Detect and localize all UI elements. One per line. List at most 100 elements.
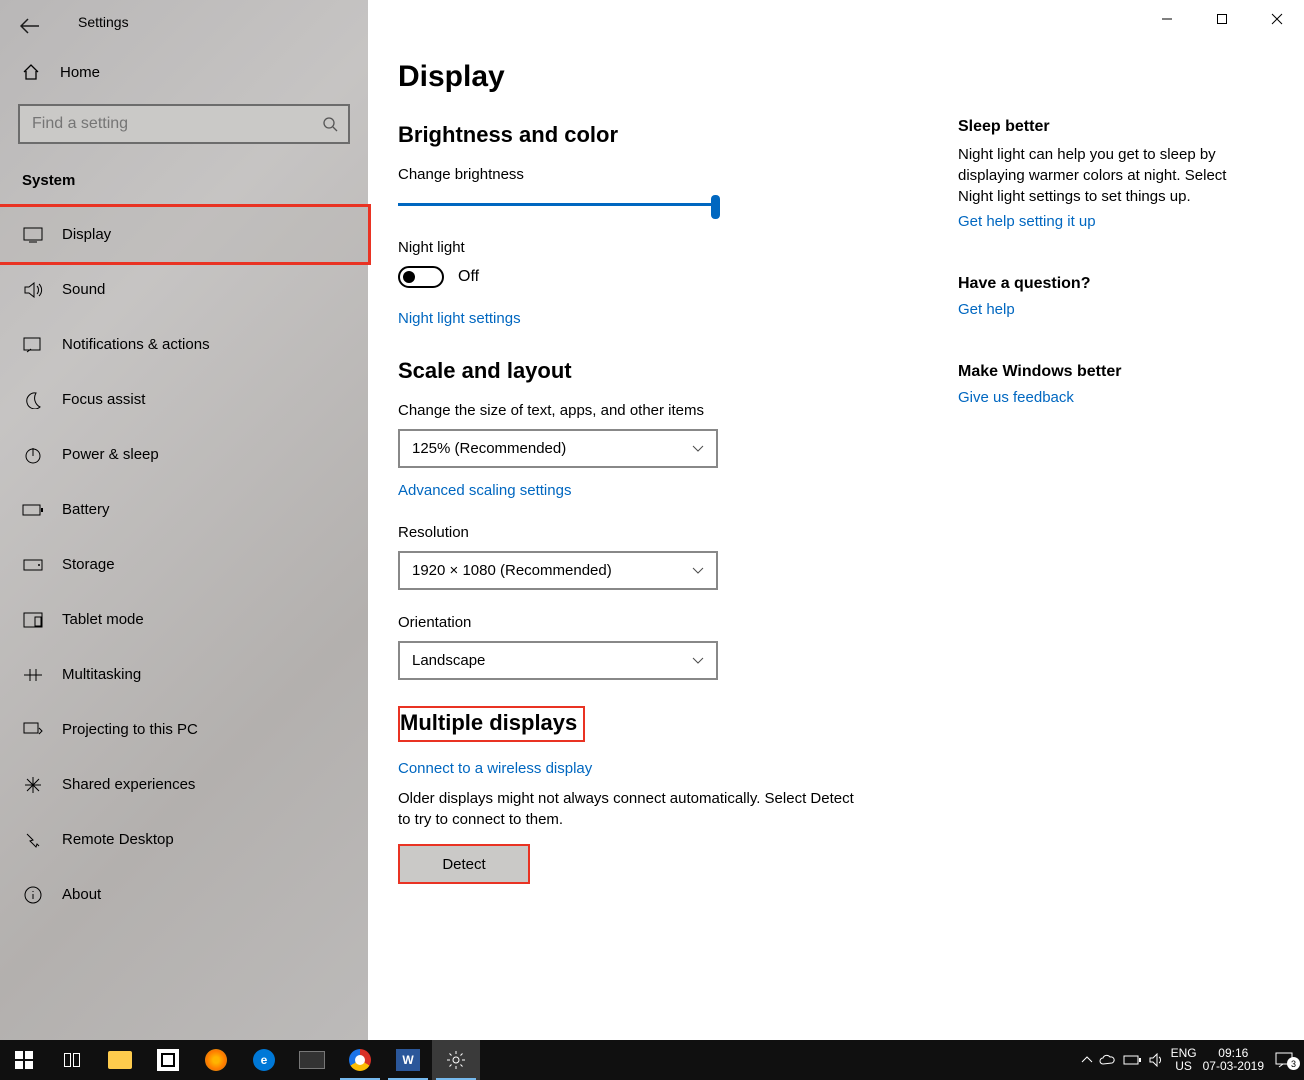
sidebar-item-label: Shared experiences [62,776,195,793]
start-button[interactable] [0,1040,48,1080]
close-button[interactable] [1249,0,1304,38]
sidebar-item-shared-experiences[interactable]: Shared experiences [0,757,368,812]
volume-tray-icon[interactable] [1149,1053,1165,1067]
store-icon[interactable] [144,1040,192,1080]
sleep-better-heading: Sleep better [958,118,1238,136]
get-help-link[interactable]: Get help [958,301,1015,318]
sidebar-item-label: Power & sleep [62,446,159,463]
sidebar-item-multitasking[interactable]: Multitasking [0,647,368,702]
taskbar: W ENGUS 09:1607-03-2019 3 [0,1040,1304,1080]
sidebar-item-label: Tablet mode [62,611,144,628]
storage-icon [22,559,44,571]
tablet-icon [22,612,44,628]
search-icon [322,116,338,132]
sidebar-item-about[interactable]: About [0,867,368,922]
sidebar-item-display[interactable]: Display [0,207,368,262]
power-icon [22,446,44,464]
monitor-icon [22,227,44,243]
question-heading: Have a question? [958,275,1238,293]
home-icon [22,63,42,81]
settings-taskbar-icon[interactable] [432,1040,480,1080]
sleep-help-link[interactable]: Get help setting it up [958,213,1096,230]
sidebar-item-power[interactable]: Power & sleep [0,427,368,482]
sidebar-item-label: Display [62,226,111,243]
sidebar-item-tablet-mode[interactable]: Tablet mode [0,592,368,647]
scale-heading: Scale and layout [398,358,878,384]
resolution-dropdown[interactable]: 1920 × 1080 (Recommended) [398,551,718,590]
projecting-icon [22,722,44,738]
sidebar-item-projecting[interactable]: Projecting to this PC [0,702,368,757]
sidebar-item-notifications[interactable]: Notifications & actions [0,317,368,372]
word-icon[interactable]: W [384,1040,432,1080]
sidebar-item-label: Multitasking [62,666,141,683]
change-brightness-label: Change brightness [398,166,878,183]
tray-chevron-icon[interactable] [1081,1055,1093,1065]
onedrive-icon[interactable] [1099,1054,1117,1066]
brightness-heading: Brightness and color [398,122,878,148]
sidebar-item-label: Sound [62,281,105,298]
sidebar-item-label: About [62,886,101,903]
sidebar-item-battery[interactable]: Battery [0,482,368,537]
sidebar-item-focus-assist[interactable]: Focus assist [0,372,368,427]
brightness-slider[interactable] [398,193,720,217]
multitasking-icon [22,668,44,682]
info-icon [22,886,44,904]
sidebar-item-label: Focus assist [62,391,145,408]
remote-icon [22,831,44,849]
search-input[interactable] [18,104,350,144]
battery-tray-icon[interactable] [1123,1054,1143,1066]
chevron-down-icon [692,567,704,575]
sound-icon [22,282,44,298]
night-light-settings-link[interactable]: Night light settings [398,310,521,327]
maximize-button[interactable] [1194,0,1249,38]
shared-icon [22,776,44,794]
language-indicator[interactable]: ENGUS [1171,1047,1197,1073]
text-size-label: Change the size of text, apps, and other… [398,402,878,419]
battery-icon [22,503,44,517]
window-title: Settings [78,14,129,30]
firefox-icon[interactable] [192,1040,240,1080]
sidebar-item-label: Remote Desktop [62,831,174,848]
notification-badge: 3 [1287,1057,1300,1070]
moon-icon [22,391,44,409]
night-light-toggle[interactable] [398,266,444,288]
action-center-icon[interactable]: 3 [1270,1052,1298,1068]
dropdown-value: 125% (Recommended) [412,440,566,457]
orientation-label: Orientation [398,614,878,631]
orientation-dropdown[interactable]: Landscape [398,641,718,680]
text-size-dropdown[interactable]: 125% (Recommended) [398,429,718,468]
back-button[interactable] [18,14,42,38]
task-view-button[interactable] [48,1040,96,1080]
page-title: Display [398,60,878,94]
terminal-icon[interactable] [288,1040,336,1080]
dropdown-value: 1920 × 1080 (Recommended) [412,562,612,579]
advanced-scaling-link[interactable]: Advanced scaling settings [398,482,571,499]
home-nav[interactable]: Home [0,48,368,96]
toggle-state: Off [458,268,479,286]
resolution-label: Resolution [398,524,878,541]
detect-button[interactable]: Detect [398,844,530,884]
clock[interactable]: 09:1607-03-2019 [1203,1047,1264,1073]
chrome-icon[interactable] [336,1040,384,1080]
connect-wireless-link[interactable]: Connect to a wireless display [398,760,592,777]
sleep-better-text: Night light can help you get to sleep by… [958,144,1238,207]
night-light-label: Night light [398,239,878,256]
home-label: Home [60,64,100,81]
make-better-heading: Make Windows better [958,363,1238,381]
sidebar-item-label: Storage [62,556,115,573]
sidebar-item-label: Notifications & actions [62,336,210,353]
sidebar-item-sound[interactable]: Sound [0,262,368,317]
chevron-down-icon [692,657,704,665]
edge-icon[interactable] [240,1040,288,1080]
sidebar-item-label: Projecting to this PC [62,721,198,738]
older-displays-info: Older displays might not always connect … [398,788,868,830]
feedback-link[interactable]: Give us feedback [958,389,1074,406]
chevron-down-icon [692,445,704,453]
dropdown-value: Landscape [412,652,485,669]
sidebar-item-remote-desktop[interactable]: Remote Desktop [0,812,368,867]
category-label: System [22,172,368,189]
notifications-icon [22,337,44,353]
file-explorer-icon[interactable] [96,1040,144,1080]
minimize-button[interactable] [1139,0,1194,38]
sidebar-item-storage[interactable]: Storage [0,537,368,592]
